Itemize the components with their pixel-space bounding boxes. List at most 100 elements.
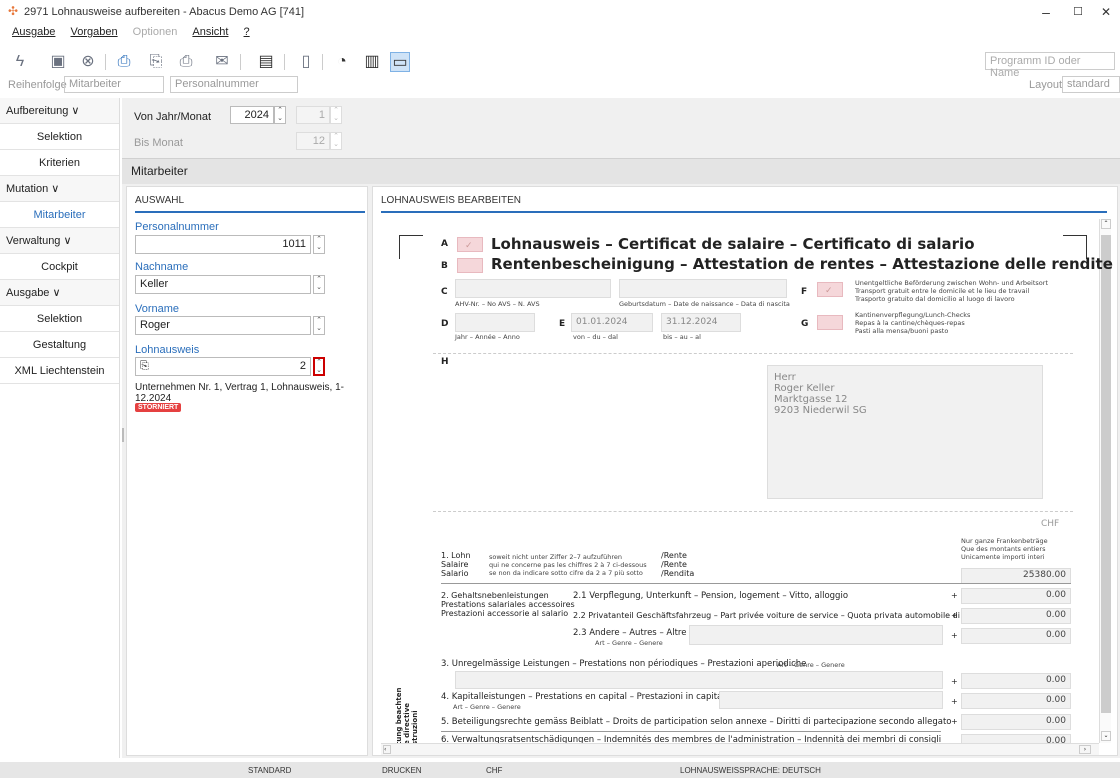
letter-a: A <box>441 239 448 249</box>
preview-icon[interactable]: ⎙ <box>114 52 134 72</box>
lohnausweis-spinner[interactable]: ⌃ ⌄ <box>313 357 325 376</box>
menu-optionen[interactable]: Optionen <box>133 26 178 38</box>
menu-help[interactable]: ? <box>244 26 250 38</box>
window-icon[interactable]: ▭ <box>390 52 410 72</box>
nachname-spinner[interactable]: ⌃ ⌄ <box>313 275 325 294</box>
status-language: LOHNAUSWEISSPRACHE: DEUTSCH <box>680 766 821 775</box>
sidebar-item-mutation[interactable]: Mutation ∨ <box>0 176 119 202</box>
year-field-label: Jahr – Année – Anno <box>455 333 520 341</box>
to-month-input[interactable]: 12 <box>296 132 330 150</box>
checkbox-g[interactable] <box>817 315 843 330</box>
sidebar: Aufbereitung ∨ Selektion Kriterien Mutation… <box>0 98 120 758</box>
letter-e: E <box>559 319 566 329</box>
export-icon[interactable]: ⎘ <box>146 52 166 72</box>
vertical-scrollbar[interactable]: ⌃ ⌄ <box>1099 219 1111 743</box>
plus-23: + <box>951 631 958 640</box>
copy-icon: ⎘ <box>140 360 149 372</box>
sidebar-item-xml[interactable]: XML Liechtenstein <box>0 358 119 384</box>
sort-bar: Reihenfolge Mitarbeiter Personalnummer L… <box>0 76 1120 96</box>
plus-22: + <box>951 611 958 620</box>
line1-value[interactable]: 25380.00 <box>961 568 1071 584</box>
menu-ausgabe[interactable]: Ausgabe <box>12 26 55 38</box>
page-icon[interactable]: ▯ <box>296 52 316 72</box>
personalnummer-label: Personalnummer <box>135 221 219 233</box>
month-spinner[interactable]: ⌃ ⌄ <box>330 106 342 124</box>
lightning-icon[interactable]: ϟ <box>10 52 30 72</box>
menu-vorgaben[interactable]: Vorgaben <box>71 26 118 38</box>
print-icon[interactable]: ⎙ <box>176 52 196 72</box>
sidebar-item-mitarbeiter[interactable]: Mitarbeiter <box>0 202 119 228</box>
from-date-input[interactable]: 01.01.2024 <box>571 313 653 332</box>
lohnausweis-input[interactable]: ⎘ 2 <box>135 357 311 376</box>
mail-icon[interactable]: ✉ <box>212 52 232 72</box>
line4-sub: Art – Genre – Genere <box>453 703 521 711</box>
save-icon[interactable]: ▣ <box>48 52 68 72</box>
vorname-spinner[interactable]: ⌃ ⌄ <box>313 316 325 335</box>
status-bar: STANDARD DRUCKEN CHF LOHNAUSWEISSPRACHE:… <box>0 762 1120 778</box>
close-button[interactable]: ✕ <box>1096 4 1116 20</box>
minimize-button[interactable]: – <box>1036 4 1056 20</box>
vorname-input[interactable]: Roger <box>135 316 311 335</box>
year-input[interactable]: 2024 <box>230 106 274 124</box>
line23-sub: Art – Genre – Genere <box>595 639 663 647</box>
personalnummer-input[interactable]: 1011 <box>135 235 311 254</box>
clipboard-icon[interactable]: ▥ <box>362 52 382 72</box>
line2-label: 2. Gehaltsnebenleistungen Prestations sal… <box>441 591 575 618</box>
line3-value[interactable]: 0.00 <box>961 673 1071 689</box>
letter-d: D <box>441 319 449 329</box>
line21-value[interactable]: 0.00 <box>961 588 1071 604</box>
line23-type-input[interactable] <box>689 625 943 645</box>
menu-bar: Ausgabe Vorgaben Optionen Ansicht ? <box>0 26 252 42</box>
sort1-select[interactable]: Mitarbeiter <box>64 76 164 93</box>
to-month-spinner[interactable]: ⌃ ⌄ <box>330 132 342 150</box>
sidebar-item-aufbereitung[interactable]: Aufbereitung ∨ <box>0 98 119 124</box>
year-field[interactable] <box>455 313 535 332</box>
to-date-input[interactable]: 31.12.2024 <box>661 313 741 332</box>
sidebar-item-cockpit[interactable]: Cockpit <box>0 254 119 280</box>
document-icon[interactable]: ▤ <box>256 52 276 72</box>
line4-value[interactable]: 0.00 <box>961 693 1071 709</box>
month-input[interactable]: 1 <box>296 106 330 124</box>
program-search-input[interactable]: Programm ID oder Name <box>985 52 1115 79</box>
sidebar-item-gestaltung[interactable]: Gestaltung <box>0 332 119 358</box>
chat-add-icon[interactable]: ◔ <box>332 52 352 72</box>
checkbox-a[interactable]: ✓ <box>457 237 483 252</box>
ahv-input[interactable] <box>455 279 611 298</box>
personalnummer-spinner[interactable]: ⌃ ⌄ <box>313 235 325 254</box>
from-label: Von Jahr/Monat <box>134 111 212 123</box>
sort2-select[interactable]: Personalnummer <box>170 76 298 93</box>
side-note: tung beachten e directive struzioni <box>395 687 419 745</box>
f-text: Unentgeltliche Beförderung zwischen Wohn… <box>855 279 1048 303</box>
cancel-icon[interactable]: ⊗ <box>78 52 98 72</box>
line4-type-input[interactable] <box>719 691 943 709</box>
nachname-label: Nachname <box>135 261 189 273</box>
nachname-input[interactable]: Keller <box>135 275 311 294</box>
horizontal-scrollbar[interactable]: ‹ › <box>381 743 1099 755</box>
sidebar-item-kriterien[interactable]: Kriterien <box>0 150 119 176</box>
splitter-handle[interactable] <box>122 428 124 442</box>
maximize-button[interactable]: ☐ <box>1068 4 1088 20</box>
status-drucken: DRUCKEN <box>382 766 422 775</box>
year-spinner[interactable]: ⌃ ⌄ <box>274 106 286 124</box>
line5-value[interactable]: 0.00 <box>961 714 1071 730</box>
checkbox-b[interactable] <box>457 258 483 273</box>
layout-label: Layout <box>1029 79 1063 91</box>
letter-c: C <box>441 287 448 297</box>
sidebar-item-verwaltung[interactable]: Verwaltung ∨ <box>0 228 119 254</box>
line23-label: 2.3 Andere – Autres – Altre <box>573 628 687 638</box>
line3-type-input[interactable] <box>455 671 943 689</box>
line23-value[interactable]: 0.00 <box>961 628 1071 644</box>
birthdate-input[interactable] <box>619 279 787 298</box>
sidebar-item-ausgabe[interactable]: Ausgabe ∨ <box>0 280 119 306</box>
line1-sub: soweit nicht unter Ziffer 2–7 aufzuführe… <box>489 553 647 577</box>
menu-ansicht[interactable]: Ansicht <box>192 26 228 38</box>
auswahl-title: AUSWAHL <box>135 195 185 206</box>
layout-select[interactable]: standard <box>1062 76 1120 93</box>
checkbox-f[interactable]: ✓ <box>817 282 843 297</box>
line22-value[interactable]: 0.00 <box>961 608 1071 624</box>
g-text: Kantinenverpflegung/Lunch-Checks Repas à … <box>855 311 971 335</box>
main-area: Von Jahr/Monat 2024 ⌃ ⌄ 1 ⌃ ⌄ Bis Monat 12… <box>122 98 1120 758</box>
sidebar-item-selektion[interactable]: Selektion <box>0 124 119 150</box>
line3-label: 3. Unregelmässige Leistungen – Prestatio… <box>441 659 807 669</box>
sidebar-item-selektion[interactable]: Selektion <box>0 306 119 332</box>
